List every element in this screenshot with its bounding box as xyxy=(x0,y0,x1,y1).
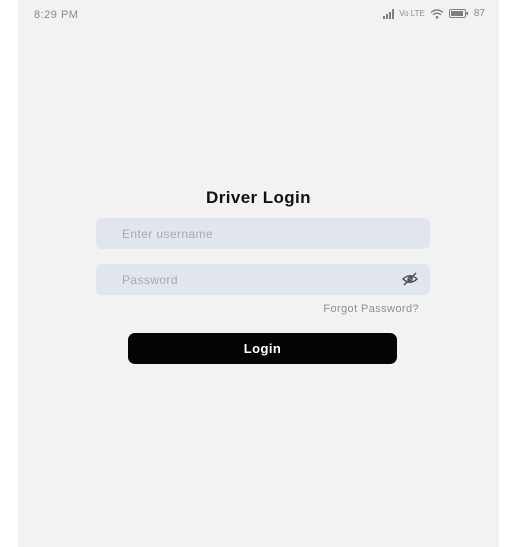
status-bar: 8:29 PM Vo LTE 87 xyxy=(18,0,499,30)
eye-off-icon[interactable] xyxy=(402,272,418,286)
status-icons: Vo LTE 87 xyxy=(383,8,485,19)
password-field-container xyxy=(96,264,430,295)
forgot-password-link[interactable]: Forgot Password? xyxy=(323,303,419,315)
username-field-container xyxy=(96,218,430,249)
page-title: Driver Login xyxy=(206,188,311,207)
battery-icon xyxy=(448,9,469,18)
status-time: 8:29 PM xyxy=(34,9,79,21)
password-input[interactable] xyxy=(96,264,430,295)
signal-icon xyxy=(383,8,395,19)
wifi-icon xyxy=(430,8,444,19)
battery-percent: 87 xyxy=(473,8,485,19)
login-button[interactable]: Login xyxy=(128,333,397,364)
app-screen: 8:29 PM Vo LTE 87 Driver Login Enter use… xyxy=(18,0,499,547)
network-icon: Vo LTE xyxy=(399,8,425,18)
username-input[interactable] xyxy=(96,218,430,249)
